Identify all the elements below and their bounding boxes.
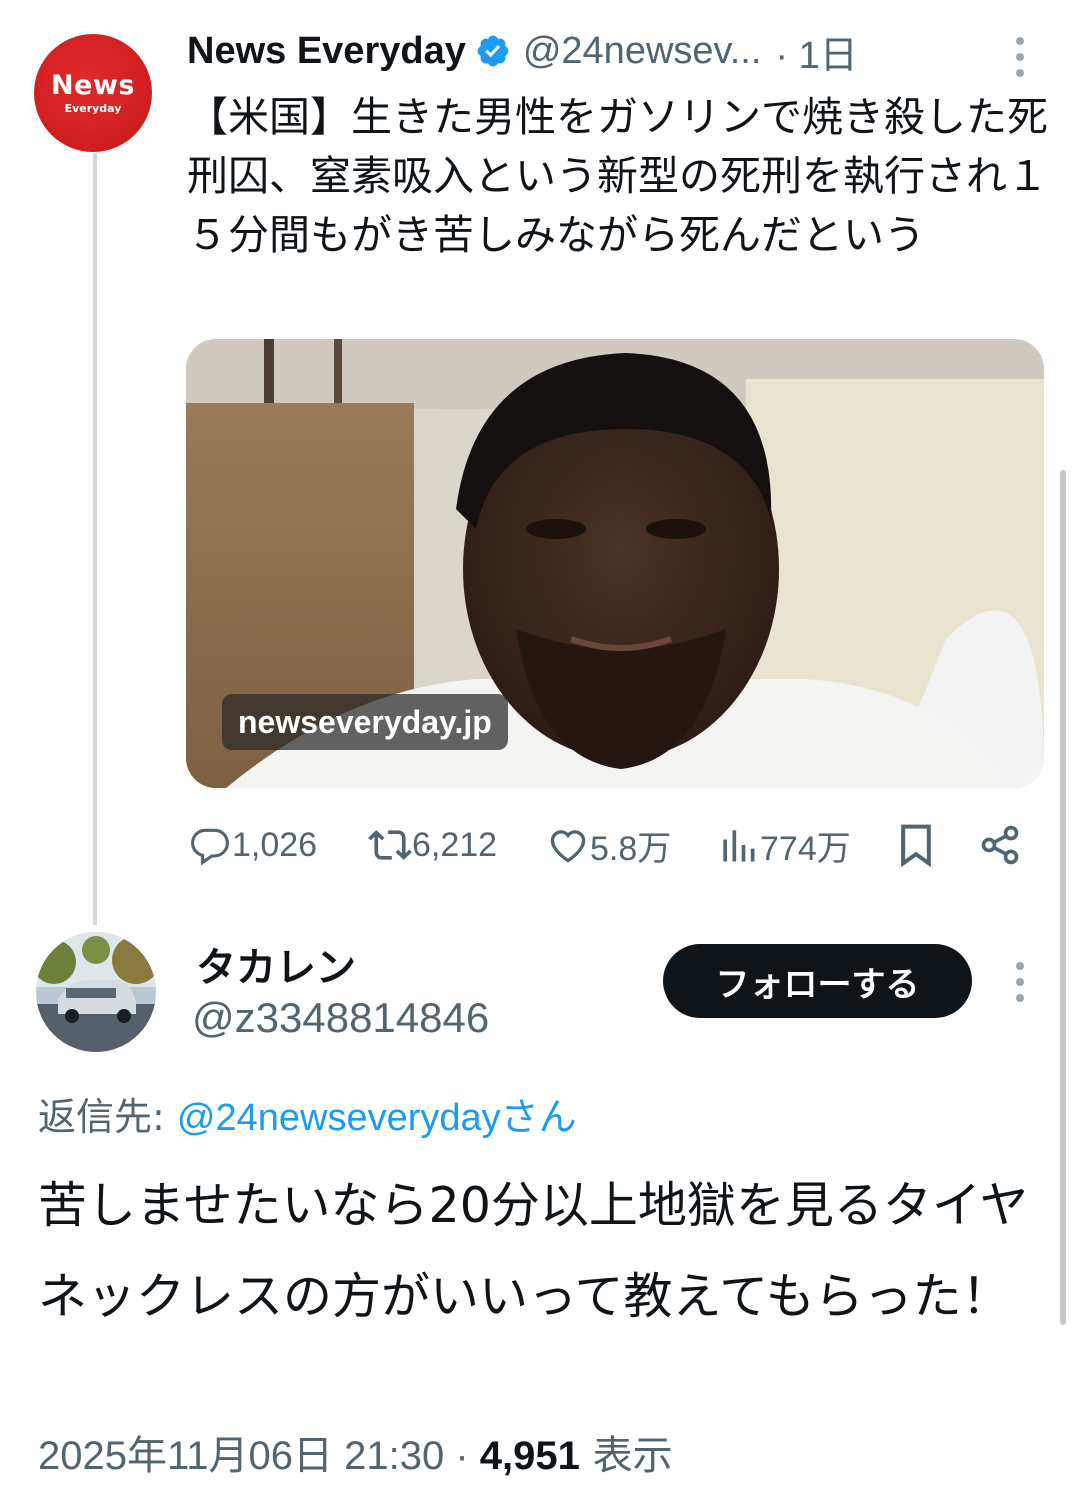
- avatar-photo: [36, 932, 156, 1052]
- author-display-name[interactable]: News Everyday: [187, 30, 466, 73]
- more-options-icon[interactable]: [1015, 37, 1025, 77]
- reply-icon: [191, 828, 229, 866]
- card-domain-label: newseveryday.jp: [222, 694, 508, 750]
- author-handle[interactable]: @24newsev...: [523, 30, 762, 73]
- replier-handle[interactable]: @z3348814846: [192, 994, 489, 1042]
- post-view-count: 4,951: [479, 1434, 580, 1478]
- takaren-avatar[interactable]: [36, 932, 156, 1052]
- share-button[interactable]: [978, 815, 1022, 875]
- retweet-count: 6,212: [412, 825, 498, 864]
- tweet-meta: 2025年11月06日 21:30 · 4,951 表示: [38, 1423, 673, 1481]
- replying-to: 返信先: @24newseverydayさん: [38, 1086, 577, 1141]
- heart-icon: [550, 830, 586, 863]
- post-view-label: 表示: [579, 1433, 673, 1479]
- share-icon: [981, 825, 1019, 865]
- replier-display-name[interactable]: タカレン: [196, 935, 356, 993]
- tweet-text: 【米国】生きた男性をガソリンで焼き殺した死刑囚、窒素吸入という新型の死刑を執行さ…: [187, 93, 1048, 259]
- reply-button[interactable]: 1,026: [188, 815, 317, 875]
- bookmark-icon: [901, 824, 931, 868]
- link-preview-card[interactable]: newseveryday.jp: [186, 339, 1044, 788]
- bookmark-button[interactable]: [894, 815, 938, 875]
- scrollbar[interactable]: [1060, 470, 1066, 1325]
- like-count: 5.8万: [590, 829, 672, 868]
- follow-button[interactable]: フォローする: [663, 944, 972, 1018]
- views-button[interactable]: 774万: [716, 815, 851, 875]
- reply-count: 1,026: [232, 825, 318, 864]
- tweet-timestamp[interactable]: · 1日: [775, 24, 857, 79]
- more-options-icon[interactable]: [1015, 962, 1025, 1002]
- analytics-icon: [723, 830, 755, 862]
- avatar-logo-subtext: Everyday: [64, 101, 122, 115]
- news-everyday-avatar[interactable]: News Everyday: [34, 34, 152, 152]
- views-count: 774万: [760, 829, 851, 868]
- retweet-icon: [368, 830, 412, 860]
- reply-text: 苦しませたいなら20分以上地獄を見るタイヤネックレスの方がいいって教えてもらった…: [38, 1177, 1029, 1325]
- verified-badge-icon: [475, 33, 511, 69]
- like-button[interactable]: 5.8万: [546, 815, 671, 875]
- tweet-header: News Everyday @24newsev... · 1日: [187, 24, 858, 79]
- tweet-action-bar: 1,026 6,212 5.8万 774万: [188, 815, 1038, 875]
- thread-connector-line: [93, 153, 97, 925]
- avatar-logo-text: News: [51, 69, 135, 101]
- reply-mention-link[interactable]: @24newseveryday: [177, 1097, 501, 1139]
- post-date[interactable]: 2025年11月06日 21:30 ·: [38, 1434, 480, 1478]
- replying-to-label: 返信先:: [38, 1095, 177, 1139]
- reply-mention-suffix[interactable]: さん: [501, 1095, 577, 1139]
- retweet-button[interactable]: 6,212: [368, 815, 497, 875]
